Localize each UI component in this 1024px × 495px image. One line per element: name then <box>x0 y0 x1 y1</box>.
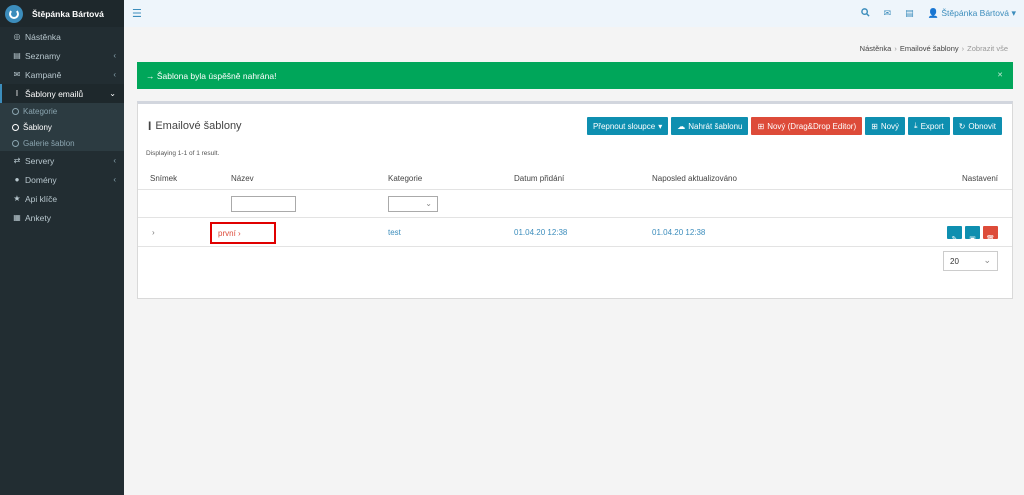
export-button[interactable]: ⤓ Export <box>908 117 950 135</box>
sidebar-item-lists[interactable]: ▤ Seznamy ‹ <box>0 46 124 65</box>
dashboard-icon: ◎ <box>13 32 21 41</box>
envelope-icon: ✉ <box>13 70 21 79</box>
filter-row: ⌄ <box>138 190 1012 218</box>
column-header-name[interactable]: Název <box>231 174 254 183</box>
name-filter-input[interactable] <box>231 196 296 212</box>
hamburger-menu-icon[interactable]: ☰ <box>132 7 142 20</box>
sidebar-submenu: Kategorie Šablony Galerie šablon <box>0 103 124 151</box>
box-title: I Emailové šablony <box>148 119 242 133</box>
category-link[interactable]: test <box>388 228 401 237</box>
sidebar-item-email-templates[interactable]: I Šablony emailů ⌄ <box>0 84 124 103</box>
star-icon: ★ <box>13 194 21 203</box>
column-header-preview[interactable]: Snímek <box>150 174 177 183</box>
column-header-settings: Nastavení <box>961 174 998 183</box>
updated-date: 01.04.20 12:38 <box>652 228 706 237</box>
user-icon: 👤 <box>927 8 939 18</box>
plus-square-icon: ⊞ <box>757 121 765 131</box>
sidebar-item-api-keys[interactable]: ★ Api klíče <box>0 189 124 208</box>
text-icon: I <box>148 119 152 133</box>
text-icon: I <box>15 89 19 98</box>
row-actions: ✎ ▣ 🗑 <box>947 226 998 243</box>
delete-button[interactable]: 🗑 <box>983 226 998 243</box>
sidebar-subitem-categories[interactable]: Kategorie <box>0 103 124 119</box>
exchange-icon: ⇄ <box>13 156 21 165</box>
export-icon: ⤓ <box>914 121 918 130</box>
result-summary: Displaying 1-1 of 1 result. <box>146 150 220 157</box>
sidebar-user-name: Štěpánka Bártová <box>32 8 104 19</box>
breadcrumb-current: Zobrazit vše <box>967 44 1008 53</box>
caret-down-icon: ▾ <box>658 121 663 131</box>
column-header-updated[interactable]: Naposled aktualizováno <box>652 174 737 183</box>
sidebar-item-servers[interactable]: ⇄ Servery ‹ <box>0 151 124 170</box>
power-logo-icon <box>5 4 23 23</box>
circle-icon <box>12 107 19 115</box>
sidebar-item-campaigns[interactable]: ✉ Kampaně ‹ <box>0 65 124 84</box>
envelope-icon[interactable]: ✉ <box>884 8 892 19</box>
upload-template-button[interactable]: ☁ Nahrát šablonu <box>671 117 749 135</box>
chevron-down-icon: ⌄ <box>983 255 991 265</box>
image-icon: ▣ <box>969 236 976 243</box>
page-size-select[interactable]: 20 ⌄ <box>943 251 998 271</box>
caret-down-icon: ▾ <box>1011 8 1016 18</box>
chevron-left-icon: ‹ <box>113 156 116 165</box>
preview-button[interactable]: ▣ <box>965 226 980 243</box>
breadcrumb-home[interactable]: Nástěnka <box>860 44 892 53</box>
success-alert: → Šablona byla úspěšně nahrána! ✕ <box>137 62 1013 89</box>
new-button[interactable]: ⊞ Nový <box>865 117 906 135</box>
sidebar-item-domains[interactable]: ● Domény ‹ <box>0 170 124 189</box>
list-alt-icon: ▦ <box>13 213 21 222</box>
plus-square-icon: ⊞ <box>871 121 878 131</box>
table-row: › první › test 01.04.20 12:38 01.04.20 1… <box>138 219 1012 247</box>
chevron-left-icon: ‹ <box>113 175 116 184</box>
sidebar-item-dashboard[interactable]: ◎ Nástěnka <box>0 27 124 46</box>
navbar-right: ✉ ▤ 👤 Štěpánka Bártová ▾ <box>860 0 1016 27</box>
list-icon: ▤ <box>13 51 21 60</box>
top-navbar: ☰ ✉ ▤ 👤 Štěpánka Bártová ▾ <box>124 0 1024 27</box>
edit-icon: ✎ <box>951 236 958 243</box>
breadcrumb: Nástěnka › Emailové šablony › Zobrazit vše <box>859 44 1008 53</box>
sidebar-subitem-gallery[interactable]: Galerie šablon <box>0 135 124 151</box>
created-date: 01.04.20 12:38 <box>514 228 568 237</box>
trash-icon: 🗑 <box>986 236 995 243</box>
edit-button[interactable]: ✎ <box>947 226 962 243</box>
close-icon[interactable]: ✕ <box>997 71 1003 79</box>
category-filter-select[interactable]: ⌄ <box>388 196 438 212</box>
new-drag-drop-button[interactable]: ⊞ Nový (Drag&Drop Editor) <box>751 117 863 135</box>
refresh-icon: ↻ <box>958 121 966 131</box>
breadcrumb-section[interactable]: Emailové šablony <box>900 44 959 53</box>
sidebar: Štěpánka Bártová ◎ Nástěnka ▤ Seznamy ‹ … <box>0 0 124 495</box>
circle-icon <box>12 139 19 147</box>
sidebar-header[interactable]: Štěpánka Bártová <box>0 0 124 27</box>
toolbar: Přepnout sloupce ▾ ☁ Nahrát šablonu ⊞ No… <box>586 117 1002 135</box>
globe-icon: ● <box>14 175 20 184</box>
search-icon[interactable] <box>860 8 870 19</box>
chevron-left-icon: ‹ <box>113 51 116 60</box>
templates-box: I Emailové šablony Přepnout sloupce ▾ ☁ … <box>137 101 1013 299</box>
id-card-icon[interactable]: ▤ <box>905 8 914 19</box>
sidebar-item-polls[interactable]: ▦ Ankety <box>0 208 124 227</box>
sidebar-subitem-templates[interactable]: Šablony <box>0 119 124 135</box>
chevron-left-icon: ‹ <box>113 70 116 79</box>
column-header-category[interactable]: Kategorie <box>388 174 422 183</box>
refresh-button[interactable]: ↻ Obnovit <box>952 117 1002 135</box>
chevron-down-icon: ⌄ <box>109 89 116 98</box>
alert-text: → Šablona byla úspěšně nahrána! <box>146 70 277 81</box>
table-header: Snímek Název Kategorie Datum přidání Nap… <box>138 166 1012 190</box>
chevron-down-icon: ⌄ <box>425 199 432 208</box>
column-header-created[interactable]: Datum přidání <box>514 174 564 183</box>
template-name-link[interactable]: první › <box>210 222 276 244</box>
expand-row-icon[interactable]: › <box>152 228 155 237</box>
cloud-upload-icon: ☁ <box>677 121 686 131</box>
circle-icon <box>12 123 19 131</box>
user-menu[interactable]: 👤 Štěpánka Bártová ▾ <box>928 8 1016 19</box>
toggle-columns-button[interactable]: Přepnout sloupce ▾ <box>586 117 669 135</box>
